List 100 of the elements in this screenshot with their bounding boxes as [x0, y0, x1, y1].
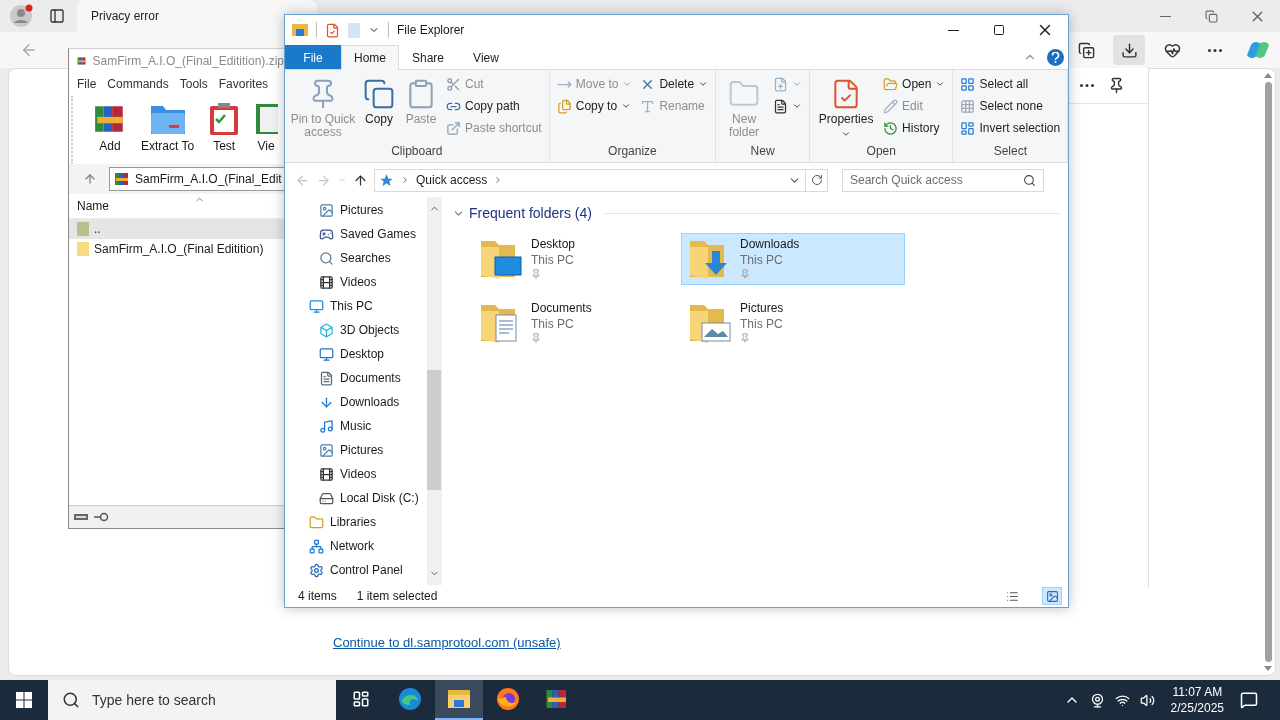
file-row[interactable]: SamFirm_A.I.O_(Final Editition): [69, 239, 284, 259]
pin-icon[interactable]: [1108, 77, 1125, 94]
film-icon: [319, 466, 334, 482]
window-title: File Explorer: [397, 23, 465, 37]
help-icon[interactable]: [1047, 48, 1064, 66]
breadcrumb-item[interactable]: Quick access: [416, 173, 488, 187]
ribbon-button[interactable]: Copy to: [553, 96, 636, 116]
nav-item[interactable]: Network: [285, 534, 427, 558]
caret-icon: [792, 101, 803, 111]
tiles-view-button[interactable]: [1042, 587, 1062, 605]
tile-location: This PC: [740, 253, 784, 267]
nav-item[interactable]: Searches: [285, 246, 427, 270]
tab-actions-icon[interactable]: [49, 8, 65, 24]
nav-item[interactable]: Documents: [285, 366, 427, 390]
ribbon-button[interactable]: Copy: [359, 74, 399, 126]
volume-icon[interactable]: [1139, 692, 1155, 708]
nav-item[interactable]: Downloads: [285, 390, 427, 414]
toolbar-button[interactable]: Vie: [254, 102, 279, 153]
scrollbar[interactable]: [1262, 73, 1274, 671]
collections-icon: [1077, 41, 1095, 59]
pencil-icon: [883, 98, 899, 114]
nav-item[interactable]: Pictures: [285, 438, 427, 462]
notifications-icon[interactable]: [1240, 691, 1258, 709]
tile-location: This PC: [531, 317, 575, 331]
menu-item[interactable]: File: [77, 77, 97, 91]
checklist-icon: [208, 102, 241, 136]
file-name: ..: [94, 222, 101, 236]
film-icon: [319, 274, 334, 290]
nav-item[interactable]: Local Disk (C:): [285, 486, 427, 510]
clock-time[interactable]: 11:07 AM: [1172, 684, 1223, 700]
folder-tile[interactable]: Pictures This PC: [681, 297, 905, 349]
pin-icon: [531, 269, 541, 279]
address-bar[interactable]: Quick access: [374, 168, 806, 192]
ribbon-tab[interactable]: View: [457, 45, 515, 69]
nav-item[interactable]: Videos: [285, 462, 427, 486]
properties-icon[interactable]: [325, 22, 340, 38]
clock-date[interactable]: 2/25/2025: [1170, 700, 1224, 716]
toolbar-button[interactable]: Extract To: [141, 102, 195, 153]
up-icon[interactable]: [353, 172, 368, 188]
menu-item[interactable]: Favorites: [218, 77, 269, 91]
scrollbar[interactable]: [427, 197, 441, 585]
pin-icon: [740, 333, 750, 343]
folder-icon: [77, 241, 89, 257]
refresh-button[interactable]: [806, 168, 828, 192]
folder-tile[interactable]: Desktop This PC: [472, 233, 681, 285]
nav-item[interactable]: Music: [285, 414, 427, 438]
taskbar-app[interactable]: [435, 680, 483, 720]
key-icon: [93, 512, 109, 522]
browser-tab[interactable]: Privacy error: [77, 0, 317, 32]
folder-icon[interactable]: [292, 23, 308, 37]
nav-item[interactable]: Libraries: [285, 510, 427, 534]
group-header[interactable]: Frequent folders (4): [452, 205, 1060, 221]
ribbon-button[interactable]: Delete: [637, 74, 712, 94]
ribbon-button[interactable]: History: [880, 118, 949, 138]
folder-tile[interactable]: Documents This PC: [472, 297, 681, 349]
search-field[interactable]: Search Quick access: [842, 168, 1044, 192]
item-count: 4 items: [298, 589, 337, 603]
more-icon[interactable]: [1080, 84, 1094, 87]
camera-icon[interactable]: [1089, 692, 1105, 708]
copy-icon: [363, 78, 395, 110]
downloads-button[interactable]: [1113, 35, 1145, 65]
taskbar-search-field[interactable]: Type here to search: [48, 680, 336, 720]
file-row[interactable]: ..: [69, 219, 284, 239]
path-field[interactable]: SamFirm_A.I.O_(Final_Edit: [109, 167, 284, 191]
new-file-icon: [773, 76, 789, 92]
ribbon-button[interactable]: Copy path: [443, 96, 545, 116]
ribbon-tab[interactable]: Share: [399, 45, 457, 69]
file-menu-tab[interactable]: File: [285, 45, 341, 69]
folder-tile[interactable]: Downloads This PC: [681, 233, 905, 285]
nav-item[interactable]: Pictures: [285, 198, 427, 222]
selection-count: 1 item selected: [356, 589, 438, 603]
windows-logo-icon: [16, 692, 32, 708]
menu-item[interactable]: Tools: [179, 77, 208, 91]
task-view-icon: [352, 690, 370, 708]
swirl-icon: [398, 687, 422, 711]
toolbar-button[interactable]: Add: [93, 102, 127, 153]
nav-item[interactable]: Control Panel: [285, 558, 427, 582]
tile-name: Desktop: [531, 237, 576, 251]
search-icon: [1023, 173, 1036, 187]
toolbar-button[interactable]: Test: [208, 102, 241, 153]
group-label: New: [749, 144, 776, 160]
down-arrow-icon: [319, 394, 334, 410]
ribbon-button[interactable]: Select all: [957, 74, 1064, 94]
menu-item[interactable]: Commands: [107, 77, 169, 91]
grid-icon: [960, 98, 976, 114]
ribbon-button[interactable]: Select none: [957, 96, 1064, 116]
unsafe-link[interactable]: Continue to dl.samprotool.com (unsafe): [333, 635, 561, 650]
ribbon-button[interactable]: Properties: [814, 74, 879, 139]
ribbon-button[interactable]: Open: [880, 74, 949, 94]
avatar-icon[interactable]: [9, 3, 35, 29]
network-icon[interactable]: [1114, 692, 1130, 708]
nav-item[interactable]: Desktop: [285, 342, 427, 366]
cube-icon: [319, 322, 334, 338]
ribbon-button[interactable]: Invert selection: [957, 118, 1064, 138]
group-label: Organize: [607, 144, 658, 160]
nav-item[interactable]: This PC: [285, 294, 427, 318]
nav-item[interactable]: Videos: [285, 270, 427, 294]
ribbon-tab[interactable]: Home: [341, 45, 399, 70]
nav-item[interactable]: 3D Objects: [285, 318, 427, 342]
nav-item[interactable]: Saved Games: [285, 222, 427, 246]
